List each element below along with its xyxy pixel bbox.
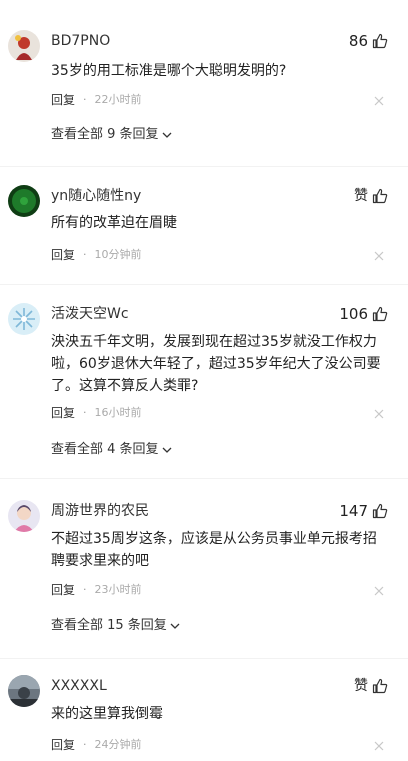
timestamp: 24分钟前: [94, 738, 142, 751]
avatar[interactable]: [8, 675, 40, 707]
like-count: 106: [339, 305, 368, 323]
comment-text: 35岁的用工标准是哪个大聪明发明的?: [51, 63, 287, 79]
comment-text: 来的这里算我倒霉: [51, 706, 163, 722]
comment-meta: 回复 · 23小时前: [51, 583, 142, 597]
separator-dot: ·: [83, 583, 87, 596]
thumbs-up-icon: [372, 33, 388, 49]
reply-button[interactable]: 回复: [51, 406, 75, 420]
comment-item: yn随心随性ny 赞 所有的改革迫在眉睫 回复 · 10分钟前: [0, 170, 408, 285]
chevron-down-icon: [162, 132, 172, 138]
close-icon[interactable]: [374, 741, 384, 751]
timestamp: 23小时前: [94, 583, 142, 596]
timestamp: 10分钟前: [94, 248, 142, 261]
separator-dot: ·: [83, 738, 87, 751]
comment-item: 活泼天空Wc 106 泱泱五千年文明，发展到现在超过35岁就没工作权力啦，60岁…: [0, 285, 408, 480]
reply-button[interactable]: 回复: [51, 583, 75, 597]
thumbs-up-icon: [372, 678, 388, 694]
comment-meta: 回复 · 10分钟前: [51, 248, 142, 262]
separator-dot: ·: [83, 406, 87, 419]
reply-button[interactable]: 回复: [51, 248, 75, 262]
thumbs-up-icon: [372, 306, 388, 322]
reply-button[interactable]: 回复: [51, 738, 75, 752]
view-all-replies-button[interactable]: 查看全部 4 条回复: [51, 442, 172, 458]
comment-meta: 回复 · 16小时前: [51, 406, 142, 420]
separator-dot: ·: [83, 248, 87, 261]
like-count: 赞: [354, 678, 368, 694]
like-button[interactable]: 赞: [354, 187, 388, 205]
username[interactable]: yn随心随性ny: [51, 187, 141, 205]
view-all-replies-label: 查看全部 4 条回复: [51, 442, 159, 457]
close-icon[interactable]: [374, 409, 384, 419]
comment-meta: 回复 · 24分钟前: [51, 738, 142, 752]
username[interactable]: XXXXXL: [51, 677, 107, 695]
comment-text: 泱泱五千年文明，发展到现在超过35岁就没工作权力啦，60岁退休大年轻了，超过35…: [51, 334, 381, 394]
divider: [0, 166, 408, 167]
close-icon[interactable]: [374, 96, 384, 106]
timestamp: 16小时前: [94, 406, 142, 419]
thumbs-up-icon: [372, 503, 388, 519]
view-all-replies-button[interactable]: 查看全部 15 条回复: [51, 618, 180, 634]
comment-item: 周游世界的农民 147 不超过35周岁这条，应该是从公务员事业单元报考招聘要求里…: [0, 480, 408, 660]
avatar[interactable]: [8, 185, 40, 217]
username[interactable]: 活泼天空Wc: [51, 305, 129, 323]
like-button[interactable]: 147: [339, 502, 388, 520]
thumbs-up-icon: [372, 188, 388, 204]
like-button[interactable]: 106: [339, 305, 388, 323]
reply-button[interactable]: 回复: [51, 93, 75, 107]
divider: [0, 658, 408, 659]
comment-item: XXXXXL 赞 来的这里算我倒霉 回复 · 24分钟前: [0, 660, 408, 761]
like-count: 赞: [354, 188, 368, 204]
separator-dot: ·: [83, 93, 87, 106]
divider: [0, 478, 408, 479]
like-count: 147: [339, 502, 368, 520]
close-icon[interactable]: [374, 251, 384, 261]
username[interactable]: 周游世界的农民: [51, 502, 149, 520]
view-all-replies-label: 查看全部 9 条回复: [51, 127, 159, 142]
avatar[interactable]: [8, 30, 40, 62]
like-count: 86: [348, 32, 368, 50]
view-all-replies-label: 查看全部 15 条回复: [51, 618, 167, 633]
comment-meta: 回复 · 22小时前: [51, 93, 142, 107]
view-all-replies-button[interactable]: 查看全部 9 条回复: [51, 127, 172, 143]
timestamp: 22小时前: [94, 93, 142, 106]
avatar[interactable]: [8, 303, 40, 335]
avatar[interactable]: [8, 500, 40, 532]
comment-text: 不超过35周岁这条，应该是从公务员事业单元报考招聘要求里来的吧: [51, 531, 377, 569]
comment-text: 所有的改革迫在眉睫: [51, 215, 177, 231]
username[interactable]: BD7PNO: [51, 32, 110, 50]
comment-item: BD7PNO 86 35岁的用工标准是哪个大聪明发明的? 回复 · 22小时前 …: [0, 0, 408, 170]
close-icon[interactable]: [374, 586, 384, 596]
chevron-down-icon: [170, 623, 180, 629]
like-button[interactable]: 86: [349, 32, 388, 50]
like-button[interactable]: 赞: [354, 677, 388, 695]
chevron-down-icon: [162, 447, 172, 453]
